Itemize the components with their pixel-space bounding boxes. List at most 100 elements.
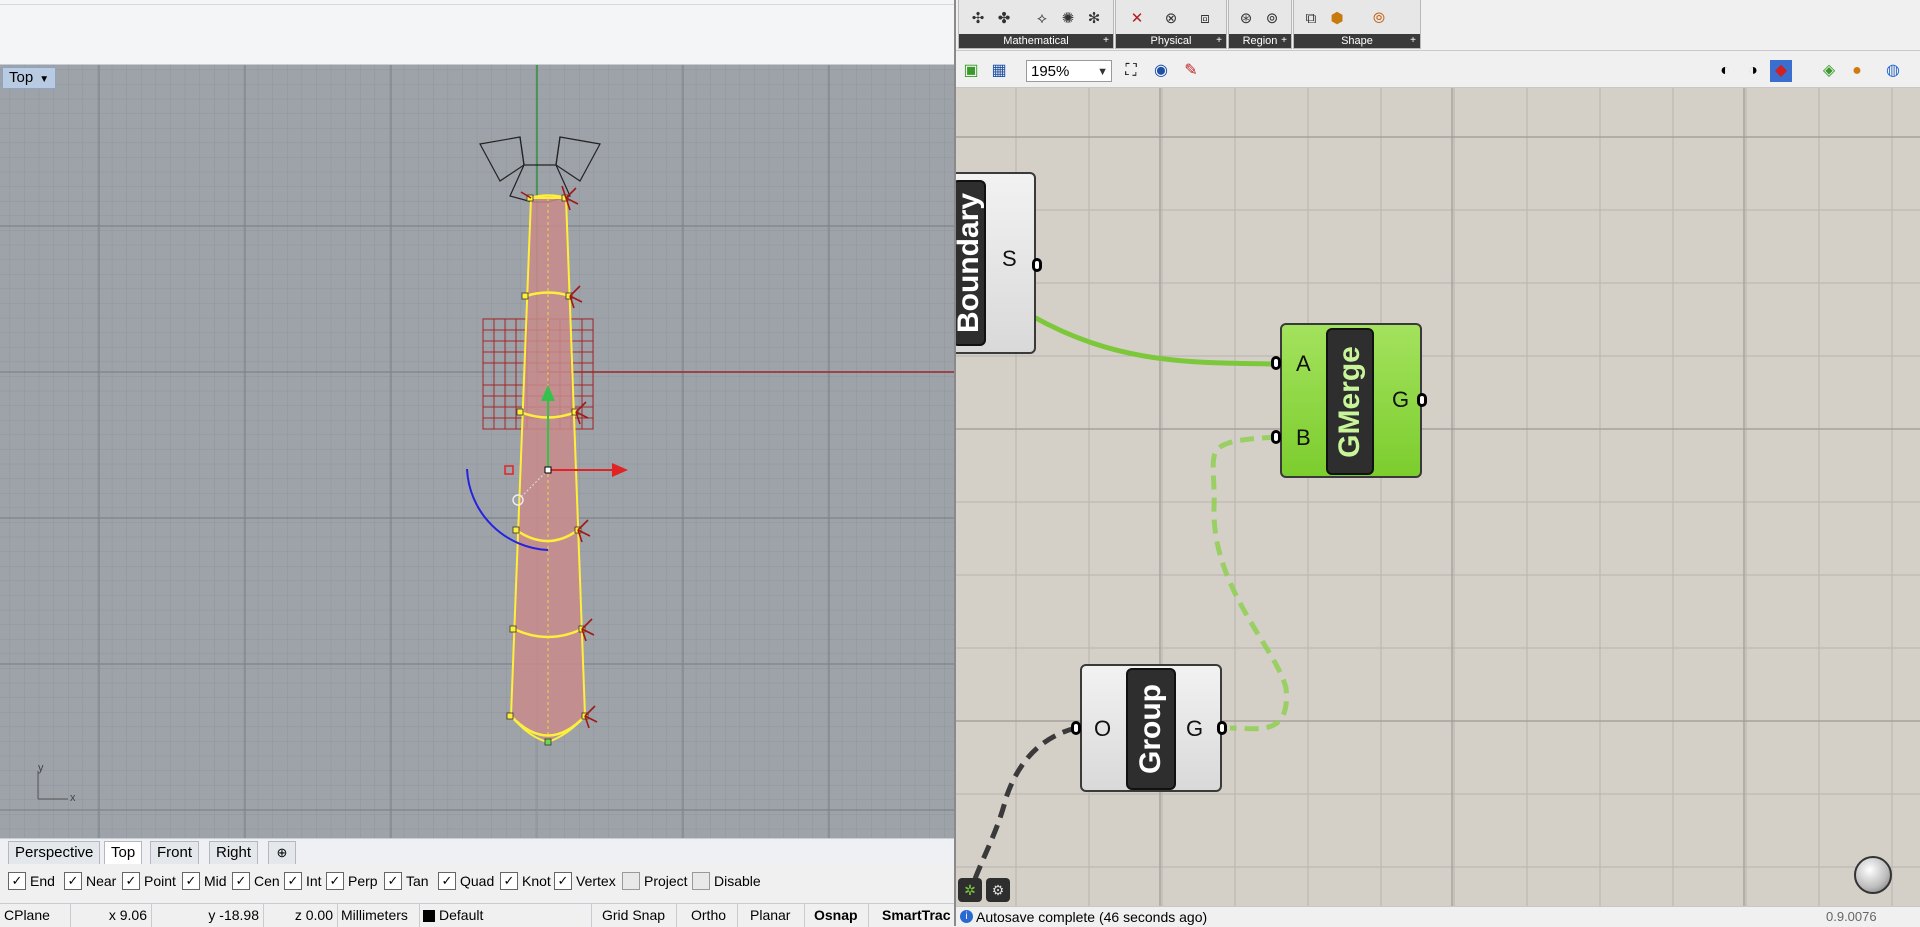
tab-front[interactable]: Front: [150, 841, 200, 864]
component-icon[interactable]: ⧈: [1194, 8, 1216, 30]
gmerge-input-a[interactable]: A: [1296, 351, 1311, 377]
ortho-toggle[interactable]: Ortho: [687, 904, 738, 927]
component-icon[interactable]: ✕: [1126, 8, 1148, 30]
ribbon-group-mathematical[interactable]: ✣ ✤ ⟡ ✺ ✻ Mathematical +: [958, 0, 1114, 49]
ribbon-group-region[interactable]: ⊛ ⊚ Region +: [1228, 0, 1292, 49]
grasshopper-canvas[interactable]: Boundary S A B GMerge G O Group G ✲ ⚙: [956, 88, 1920, 906]
group-input-o[interactable]: O: [1094, 716, 1111, 742]
group-output-grip[interactable]: [1217, 721, 1227, 735]
checkbox-unchecked-icon[interactable]: [692, 872, 710, 891]
checkbox-unchecked-icon[interactable]: [622, 872, 640, 891]
group-component[interactable]: O Group G: [1080, 664, 1222, 792]
osnap-end[interactable]: ✓ End: [8, 871, 55, 891]
preview-wireframe-icon[interactable]: ◐: [1714, 60, 1736, 82]
checkbox-checked-icon[interactable]: ✓: [232, 872, 250, 891]
grasshopper-logo-icon[interactable]: ✲: [958, 878, 982, 902]
viewport-title-button[interactable]: Top ▼: [2, 67, 57, 89]
add-viewport-icon[interactable]: ⊕: [268, 841, 296, 864]
component-icon[interactable]: ⧉: [1300, 8, 1322, 30]
planar-toggle[interactable]: Planar: [746, 904, 805, 927]
component-ribbon: ✣ ✤ ⟡ ✺ ✻ Mathematical + ✕ ⊗ ⧈ Physical + …: [956, 0, 1920, 51]
boundary-component[interactable]: Boundary S: [956, 172, 1036, 354]
canvas-widget-icon[interactable]: ⚙: [986, 878, 1010, 902]
zoom-extents-icon[interactable]: ⛶: [1120, 60, 1142, 82]
tab-perspective[interactable]: Perspective: [8, 841, 101, 864]
checkbox-checked-icon[interactable]: ✓: [326, 872, 344, 891]
checkbox-checked-icon[interactable]: ✓: [64, 872, 82, 891]
osnap-toggle[interactable]: Osnap: [810, 904, 869, 927]
checkbox-checked-icon[interactable]: ✓: [438, 872, 456, 891]
group-output-g[interactable]: G: [1186, 716, 1203, 742]
osnap-label: Project: [644, 873, 688, 889]
status-y: y -18.98: [151, 904, 264, 927]
navigation-ball-icon[interactable]: [1854, 856, 1892, 894]
tab-right[interactable]: Right: [209, 841, 259, 864]
checkbox-checked-icon[interactable]: ✓: [384, 872, 402, 891]
osnap-project[interactable]: Project: [622, 871, 688, 891]
checkbox-checked-icon[interactable]: ✓: [182, 872, 200, 891]
checkbox-checked-icon[interactable]: ✓: [8, 872, 26, 891]
grid-snap-toggle[interactable]: Grid Snap: [598, 904, 677, 927]
top-viewport[interactable]: Top ▼ y x: [0, 65, 954, 838]
component-icon[interactable]: ⊚: [1261, 8, 1283, 30]
display-mode-icon[interactable]: ◍: [1882, 60, 1904, 82]
osnap-vertex[interactable]: ✓ Vertex: [554, 871, 616, 891]
preview-selected-icon[interactable]: ◆: [1770, 60, 1792, 82]
autosave-status: Autosave complete (46 seconds ago): [976, 909, 1208, 925]
expand-icon[interactable]: +: [1410, 34, 1416, 48]
status-units[interactable]: Millimeters: [337, 904, 420, 927]
gmerge-component[interactable]: A B GMerge G: [1280, 323, 1422, 478]
osnap-knot[interactable]: ✓ Knot: [500, 871, 551, 891]
checkbox-checked-icon[interactable]: ✓: [122, 872, 140, 891]
component-icon[interactable]: ✻: [1083, 8, 1105, 30]
preview-eye-icon[interactable]: ◉: [1150, 60, 1172, 82]
group-input-grip[interactable]: [1071, 721, 1081, 735]
expand-icon[interactable]: +: [1281, 34, 1287, 48]
save-file-icon[interactable]: ▦: [988, 60, 1010, 82]
status-layer[interactable]: Default: [419, 904, 592, 927]
osnap-quad[interactable]: ✓ Quad: [438, 871, 494, 891]
checkbox-checked-icon[interactable]: ✓: [284, 872, 302, 891]
osnap-int[interactable]: ✓ Int: [284, 871, 322, 891]
status-cplane[interactable]: CPlane: [0, 904, 71, 927]
boundary-output-s[interactable]: S: [1002, 246, 1017, 272]
smarttrack-toggle[interactable]: SmartTrac: [878, 904, 958, 927]
gmerge-input-b[interactable]: B: [1296, 425, 1311, 451]
component-icon[interactable]: ⦾: [1368, 8, 1390, 30]
component-icon[interactable]: ⊛: [1235, 8, 1257, 30]
component-icon[interactable]: ✺: [1057, 8, 1079, 30]
osnap-cen[interactable]: ✓ Cen: [232, 871, 280, 891]
expand-icon[interactable]: +: [1216, 34, 1222, 48]
expand-icon[interactable]: +: [1103, 34, 1109, 48]
osnap-near[interactable]: ✓ Near: [64, 871, 116, 891]
checkbox-checked-icon[interactable]: ✓: [554, 872, 572, 891]
gmerge-output-grip[interactable]: [1417, 393, 1427, 407]
osnap-mid[interactable]: ✓ Mid: [182, 871, 227, 891]
material-icon[interactable]: ●: [1846, 60, 1868, 82]
component-icon[interactable]: ⊗: [1160, 8, 1182, 30]
component-icon[interactable]: ✣: [967, 8, 989, 30]
component-icon[interactable]: ⬢: [1326, 8, 1348, 30]
component-icon[interactable]: ✤: [993, 8, 1015, 30]
checkbox-checked-icon[interactable]: ✓: [500, 872, 518, 891]
tab-top[interactable]: Top: [104, 841, 143, 864]
osnap-perp[interactable]: ✓ Perp: [326, 871, 378, 891]
osnap-point[interactable]: ✓ Point: [122, 871, 176, 891]
preview-shaded-icon[interactable]: ◑: [1742, 60, 1764, 82]
chevron-down-icon: ▼: [39, 74, 50, 85]
ribbon-group-physical[interactable]: ✕ ⊗ ⧈ Physical +: [1115, 0, 1227, 49]
sketch-pen-icon[interactable]: ✎: [1180, 60, 1202, 82]
ribbon-group-shape[interactable]: ⧉ ⬢ ⦾ Shape +: [1293, 0, 1421, 49]
osnap-tan[interactable]: ✓ Tan: [384, 871, 429, 891]
open-file-icon[interactable]: ▣: [960, 60, 982, 82]
gmerge-input-a-grip[interactable]: [1271, 356, 1281, 370]
boundary-output-grip[interactable]: [1032, 258, 1042, 272]
bake-icon[interactable]: ◈: [1818, 60, 1840, 82]
zoom-dropdown[interactable]: 195% ▼: [1026, 60, 1112, 82]
gmerge-input-b-grip[interactable]: [1271, 430, 1281, 444]
ribbon-group-label: Mathematical: [1003, 35, 1069, 47]
osnap-disable[interactable]: Disable: [692, 871, 761, 891]
gmerge-output-g[interactable]: G: [1392, 387, 1409, 413]
zoom-value: 195%: [1031, 63, 1070, 80]
component-icon[interactable]: ⟡: [1031, 8, 1053, 30]
